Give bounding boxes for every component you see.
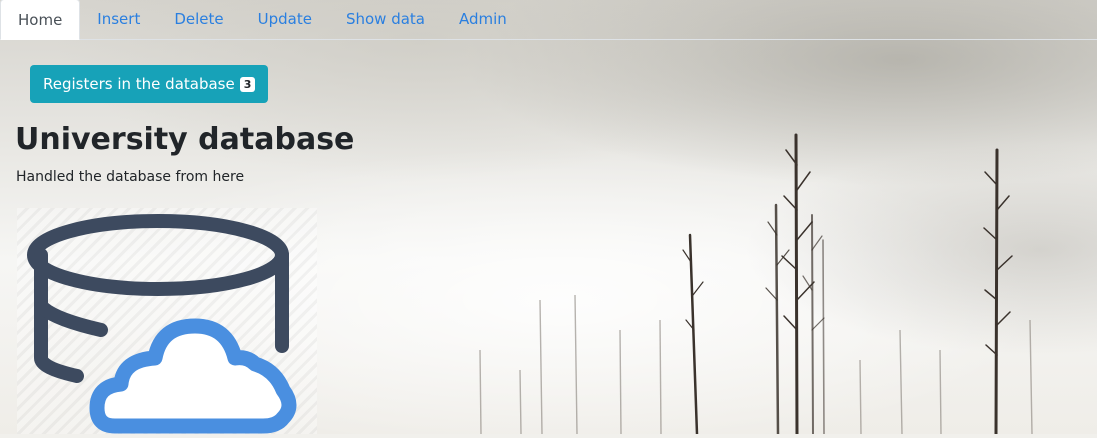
page-title: University database <box>15 122 355 157</box>
tab-home[interactable]: Home <box>0 0 81 40</box>
cloud-shape <box>89 318 297 434</box>
tab-show-data[interactable]: Show data <box>329 0 442 39</box>
database-cloud-image <box>17 208 317 434</box>
registers-count-badge: 3 <box>239 76 256 92</box>
tab-admin[interactable]: Admin <box>442 0 524 39</box>
registers-button-label: Registers in the database <box>43 75 235 93</box>
tab-insert[interactable]: Insert <box>80 0 157 39</box>
page-subtitle: Handled the database from here <box>16 169 245 185</box>
registers-button[interactable]: Registers in the database 3 <box>30 65 269 103</box>
tab-update[interactable]: Update <box>241 0 329 39</box>
database-cloud-icon <box>27 214 297 434</box>
tab-delete[interactable]: Delete <box>157 0 240 39</box>
nav-tabs: Home Insert Delete Update Show data Admi… <box>0 0 1097 40</box>
